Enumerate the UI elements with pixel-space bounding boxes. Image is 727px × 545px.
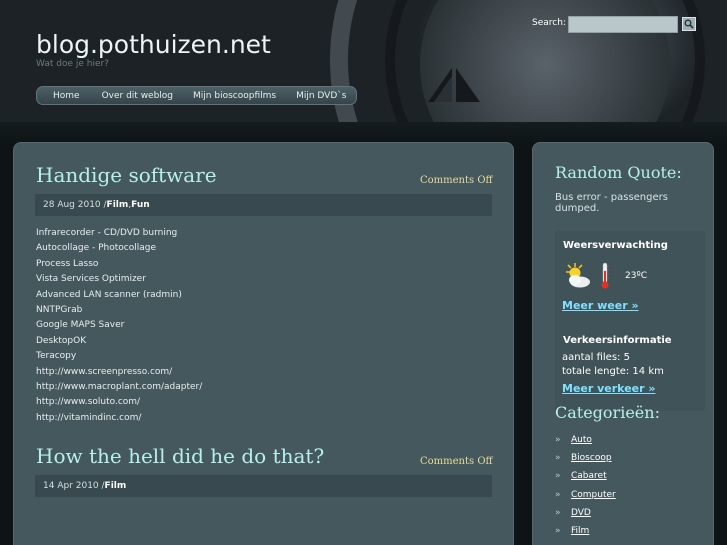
comments-link[interactable]: Comments Off bbox=[420, 175, 493, 186]
info-widget: Weersverwachting 23ºC Meer weer » Verkee… bbox=[555, 231, 705, 411]
double-chevron-icon: » bbox=[555, 435, 561, 446]
list-item: » Film bbox=[555, 522, 616, 540]
list-item: Teracopy bbox=[36, 351, 77, 362]
list-item: DesktopOK bbox=[36, 335, 87, 346]
nav-item-about[interactable]: Over dit weblog bbox=[92, 91, 183, 101]
traffic-files: aantal files: 5 bbox=[562, 352, 630, 363]
search-input[interactable] bbox=[568, 16, 678, 33]
post-date: 28 Aug 2010 / bbox=[43, 200, 107, 210]
category-link-computer[interactable]: Computer bbox=[571, 490, 616, 500]
random-quote-text: Bus error - passengers dumped. bbox=[555, 192, 668, 214]
post-title[interactable]: How the hell did he do that? bbox=[36, 444, 324, 468]
search-button[interactable] bbox=[682, 17, 696, 31]
category-link-auto[interactable]: Auto bbox=[571, 435, 592, 445]
list-item: » Auto bbox=[555, 431, 616, 449]
list-item: » Computer bbox=[555, 486, 616, 504]
more-weather-link[interactable]: Meer weer » bbox=[562, 299, 639, 312]
post-meta: 14 Apr 2010 / Film bbox=[35, 475, 492, 497]
list-item: Vista Services Optimizer bbox=[36, 274, 146, 285]
double-chevron-icon: » bbox=[555, 471, 561, 482]
double-chevron-icon: » bbox=[555, 507, 561, 518]
double-chevron-icon: » bbox=[555, 489, 561, 500]
list-item: » DVD bbox=[555, 504, 616, 522]
magnifier-icon bbox=[684, 19, 694, 29]
sidebar: Random Quote: Bus error - passengers dum… bbox=[532, 142, 714, 545]
category-link-film[interactable]: Film bbox=[107, 200, 129, 210]
list-item: » Cabaret bbox=[555, 467, 616, 485]
post-content-list: Infrarecorder - CD/DVD burning Autocolla… bbox=[36, 226, 202, 426]
main-nav: Home Over dit weblog Mijn bioscoopfilms … bbox=[36, 86, 357, 105]
nav-item-films[interactable]: Mijn bioscoopfilms bbox=[183, 91, 286, 101]
list-item: http://www.macroplant.com/adapter/ bbox=[36, 381, 203, 392]
list-item: http://vitamindinc.com/ bbox=[36, 412, 142, 423]
categories-list: » Auto » Bioscoop » Cabaret » Computer » DVD … bbox=[555, 431, 616, 540]
header-divider bbox=[0, 122, 727, 142]
traffic-length: totale lengte: 14 km bbox=[562, 366, 664, 377]
comments-link[interactable]: Comments Off bbox=[420, 456, 493, 467]
thermometer-icon bbox=[601, 262, 609, 289]
category-link-film[interactable]: Film bbox=[571, 526, 589, 536]
sun-cloud-icon bbox=[566, 263, 590, 288]
category-link-bioscoop[interactable]: Bioscoop bbox=[571, 453, 612, 463]
wheel-emblem-icon bbox=[428, 68, 480, 102]
double-chevron-icon: » bbox=[555, 453, 561, 464]
temperature-value: 23ºC bbox=[625, 271, 647, 281]
double-chevron-icon: » bbox=[555, 526, 561, 537]
list-item: http://www.screenpresso.com/ bbox=[36, 366, 173, 377]
nav-item-home[interactable]: Home bbox=[37, 91, 92, 101]
category-link-dvd[interactable]: DVD bbox=[571, 508, 591, 518]
list-item: Process Lasso bbox=[36, 258, 99, 269]
site-tagline: Wat doe je hier? bbox=[36, 59, 109, 69]
post-meta: 28 Aug 2010 / Film , Fun bbox=[35, 194, 492, 216]
nav-item-dvds[interactable]: Mijn DVD`s bbox=[286, 91, 356, 101]
main-content: Handige software Comments Off 28 Aug 201… bbox=[13, 142, 514, 545]
category-link-cabaret[interactable]: Cabaret bbox=[571, 471, 607, 481]
list-item: » Bioscoop bbox=[555, 449, 616, 467]
categories-heading: Categorieën: bbox=[555, 403, 660, 422]
list-item: Autocollage - Photocollage bbox=[36, 243, 156, 254]
random-quote-heading: Random Quote: bbox=[555, 163, 682, 182]
search-label: Search: bbox=[532, 18, 566, 28]
category-link-fun[interactable]: Fun bbox=[131, 200, 150, 210]
post-date: 14 Apr 2010 / bbox=[43, 481, 105, 491]
list-item: http://www.soluto.com/ bbox=[36, 397, 141, 408]
post-title[interactable]: Handige software bbox=[36, 163, 217, 187]
more-traffic-link[interactable]: Meer verkeer » bbox=[562, 382, 655, 395]
list-item: Google MAPS Saver bbox=[36, 320, 125, 331]
list-item: Advanced LAN scanner (radmin) bbox=[36, 289, 182, 300]
category-link-film[interactable]: Film bbox=[105, 481, 127, 491]
traffic-title: Verkeersinformatie bbox=[563, 335, 672, 346]
list-item: NNTPGrab bbox=[36, 304, 83, 315]
weather-title: Weersverwachting bbox=[563, 240, 668, 251]
site-title[interactable]: blog.pothuizen.net bbox=[36, 30, 271, 59]
list-item: Infrarecorder - CD/DVD burning bbox=[36, 228, 178, 238]
